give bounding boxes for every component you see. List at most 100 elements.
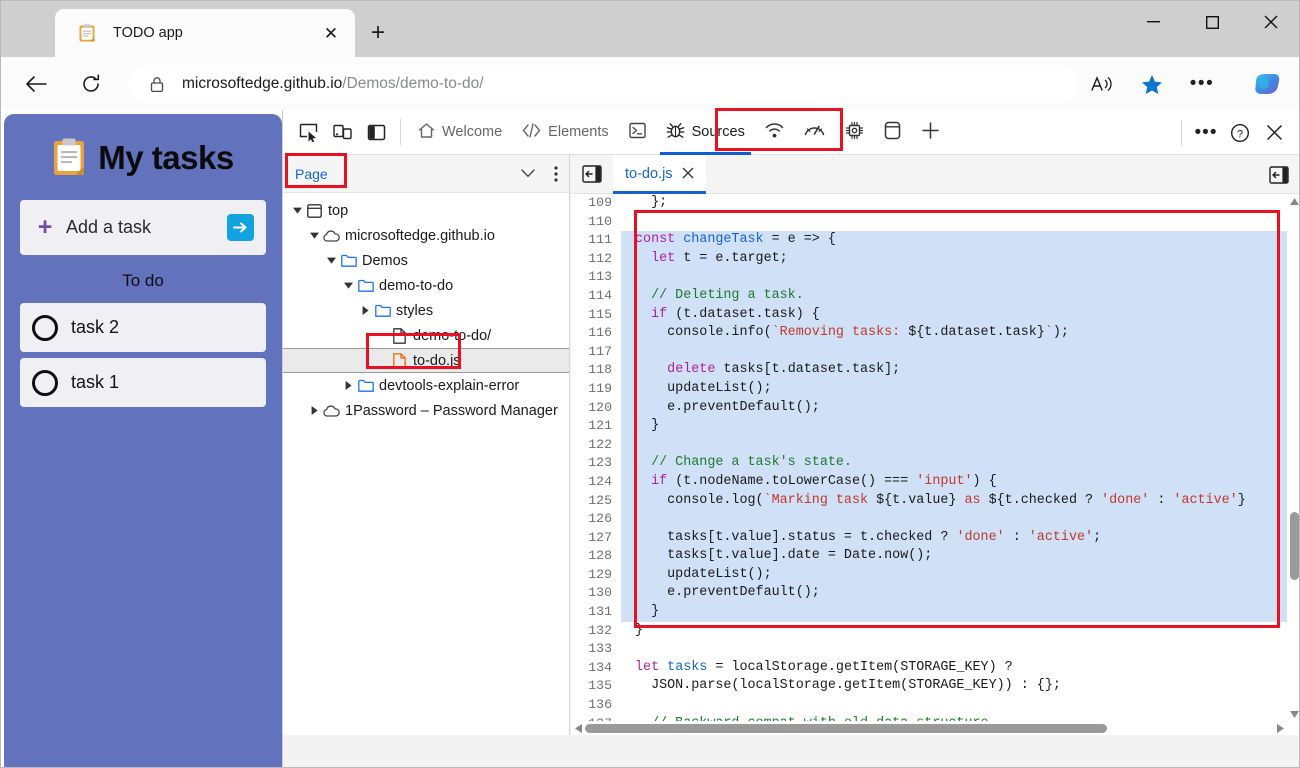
show-debugger-icon[interactable] [1265,161,1292,188]
tab-close-icon[interactable]: ✕ [317,19,345,47]
back-arrow-icon[interactable] [19,67,53,101]
code-line[interactable]: 121 } [571,417,1287,436]
copilot-icon[interactable] [1250,67,1284,101]
inspect-element-icon[interactable] [291,115,325,149]
code-line[interactable]: 110 [571,213,1287,232]
code-text[interactable] [621,268,1287,287]
twisty-expanded-icon[interactable] [306,232,322,239]
tab-welcome[interactable]: Welcome [408,110,512,155]
chevron-down-icon[interactable] [513,159,543,189]
twisty-expanded-icon[interactable] [323,257,339,264]
code-line[interactable]: 135 JSON.parse(localStorage.getItem(STOR… [571,677,1287,696]
tree-item-1password-password-manager[interactable]: 1Password – Password Manager [283,398,569,423]
code-line[interactable]: 134let tasks = localStorage.getItem(STOR… [571,659,1287,678]
code-line[interactable]: 133 [571,640,1287,659]
code-line[interactable]: 109 }; [571,194,1287,213]
close-file-icon[interactable] [682,166,694,182]
new-tab-button[interactable]: + [363,18,393,48]
window-minimize-button[interactable] [1130,5,1176,39]
tab-performance[interactable] [794,110,835,155]
code-text[interactable]: console.log(`Marking task ${t.value} as … [621,492,1287,511]
code-line[interactable]: 115 if (t.dataset.task) { [571,306,1287,325]
code-text[interactable]: const changeTask = e => { [621,231,1287,250]
code-text[interactable]: // Deleting a task. [621,287,1287,306]
submit-task-button[interactable] [227,214,254,241]
code-text[interactable]: e.preventDefault(); [621,399,1287,418]
code-line[interactable]: 126 [571,510,1287,529]
task-row[interactable]: task 2 [20,303,266,352]
open-file-tab[interactable]: to-do.js [613,155,706,194]
code-line[interactable]: 118 delete tasks[t.dataset.task]; [571,361,1287,380]
more-tools-icon[interactable]: ••• [1189,116,1223,150]
scroll-left-arrow[interactable] [571,721,585,735]
vscroll-thumb[interactable] [1290,512,1299,580]
more-options-icon[interactable] [543,159,569,189]
code-text[interactable]: if (t.dataset.task) { [621,306,1287,325]
code-line[interactable]: 122 [571,436,1287,455]
code-line[interactable]: 136 [571,696,1287,715]
code-line[interactable]: 111const changeTask = e => { [571,231,1287,250]
tree-item-demo-to-do[interactable]: demo-to-do [283,273,569,298]
help-icon[interactable]: ? [1223,116,1257,150]
tab-elements[interactable]: Elements [512,110,618,155]
tree-item-to-do-js[interactable]: to-do.js [283,348,569,373]
navigator-tab-page[interactable]: Page [283,155,340,193]
twisty-expanded-icon[interactable] [340,282,356,289]
code-text[interactable] [621,343,1287,362]
code-line[interactable]: 123 // Change a task's state. [571,454,1287,473]
code-text[interactable]: JSON.parse(localStorage.getItem(STORAGE_… [621,677,1287,696]
code-line[interactable]: 116 console.info(`Removing tasks: ${t.da… [571,324,1287,343]
task-checkbox[interactable] [32,315,58,341]
code-text[interactable] [621,213,1287,232]
window-close-button[interactable] [1248,5,1294,39]
browser-more-icon[interactable]: ••• [1186,69,1218,99]
code-vscrollbar[interactable] [1287,194,1300,721]
code-text[interactable]: } [621,603,1287,622]
code-text[interactable]: updateList(); [621,380,1287,399]
hscroll-thumb[interactable] [585,724,1107,733]
scroll-up-arrow[interactable] [1287,194,1300,208]
tree-item-styles[interactable]: styles [283,298,569,323]
code-text[interactable] [621,436,1287,455]
read-aloud-icon[interactable] [1086,69,1118,99]
code-line[interactable]: 119 updateList(); [571,380,1287,399]
code-text[interactable] [621,696,1287,715]
tab-network[interactable] [755,110,794,155]
code-line[interactable]: 132} [571,622,1287,641]
code-text[interactable] [621,510,1287,529]
reload-icon[interactable] [74,67,108,101]
twisty-collapsed-icon[interactable] [340,381,356,390]
dock-side-icon[interactable] [359,115,393,149]
tree-item-microsoftedge-github-io[interactable]: microsoftedge.github.io [283,223,569,248]
code-lines[interactable]: 109 };110 111const changeTask = e => {11… [571,194,1287,721]
device-emulation-icon[interactable] [325,115,359,149]
code-line[interactable]: 112 let t = e.target; [571,250,1287,269]
tab-console[interactable] [619,110,656,155]
code-text[interactable]: }; [621,194,1287,213]
scroll-right-arrow[interactable] [1273,721,1287,735]
tree-item-demo-to-do[interactable]: demo-to-do/ [283,323,569,348]
code-text[interactable]: updateList(); [621,566,1287,585]
code-text[interactable]: } [621,417,1287,436]
tree-item-top[interactable]: top [283,198,569,223]
window-maximize-button[interactable] [1189,5,1235,39]
tab-memory[interactable] [835,110,874,155]
tab-application[interactable] [874,110,911,155]
code-line[interactable]: 127 tasks[t.value].status = t.checked ? … [571,529,1287,548]
add-task-input[interactable]: Add a task [66,217,227,238]
favorites-star-icon[interactable] [1136,69,1168,99]
code-line[interactable]: 117 [571,343,1287,362]
code-line[interactable]: 125 console.log(`Marking task ${t.value}… [571,492,1287,511]
code-line[interactable]: 129 updateList(); [571,566,1287,585]
code-line[interactable]: 131 } [571,603,1287,622]
code-text[interactable]: let t = e.target; [621,250,1287,269]
add-task-field[interactable]: + Add a task [20,200,266,255]
task-row[interactable]: task 1 [20,358,266,407]
browser-tab[interactable]: TODO app ✕ [55,9,355,57]
show-navigator-icon[interactable] [578,160,606,188]
tab-sources[interactable]: Sources [656,110,755,155]
add-panel-button[interactable] [911,110,950,155]
code-text[interactable]: } [621,622,1287,641]
code-text[interactable]: console.info(`Removing tasks: ${t.datase… [621,324,1287,343]
code-text[interactable] [621,640,1287,659]
